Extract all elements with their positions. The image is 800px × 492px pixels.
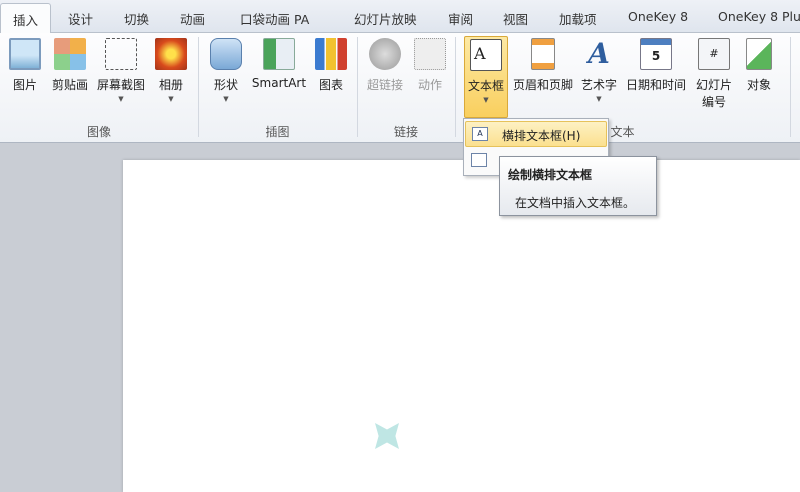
label: 日期和时间 bbox=[625, 78, 686, 92]
label: 相册 bbox=[158, 78, 183, 92]
dropdown-arrow-icon: ▼ bbox=[168, 95, 174, 103]
textbox-icon: A bbox=[470, 39, 502, 71]
tab-onekey8-plus[interactable]: OneKey 8 Plus bbox=[718, 9, 800, 24]
label: 编号 bbox=[701, 95, 726, 109]
label: 剪贴画 bbox=[51, 78, 88, 92]
label: 幻灯片 bbox=[695, 78, 732, 92]
tooltip: 绘制横排文本框 在文档中插入文本框。 bbox=[499, 156, 657, 216]
picture-icon bbox=[9, 38, 41, 70]
tab-onekey8[interactable]: OneKey 8 bbox=[628, 9, 688, 24]
group-divider bbox=[198, 37, 199, 137]
shapes-button[interactable]: 形状 ▼ bbox=[206, 36, 246, 118]
horizontal-textbox-icon: A bbox=[472, 127, 488, 141]
group-label-illustrations: 插图 bbox=[265, 125, 290, 139]
tab-animations[interactable]: 动画 bbox=[180, 9, 205, 28]
label: 形状 bbox=[213, 78, 238, 92]
tooltip-title: 绘制横排文本框 bbox=[508, 168, 593, 182]
action-button[interactable]: 动作 bbox=[410, 36, 450, 118]
calendar-clock-icon: 5 bbox=[640, 38, 672, 70]
tab-addins[interactable]: 加载项 bbox=[559, 9, 597, 28]
clipart-button[interactable]: 剪贴画 bbox=[48, 36, 92, 118]
label: 艺术字 bbox=[580, 78, 617, 92]
ribbon: 图片 剪贴画 屏幕截图 ▼ 相册 ▼ 图像 形状 ▼ SmartArt 图表 插图 超… bbox=[0, 33, 800, 143]
tab-view[interactable]: 视图 bbox=[503, 9, 528, 28]
tab-insert[interactable]: 插入 bbox=[0, 3, 52, 34]
vertical-textbox-icon bbox=[471, 153, 487, 167]
label: 页眉和页脚 bbox=[512, 78, 573, 92]
globe-link-icon bbox=[369, 38, 401, 70]
label: 文本框 bbox=[467, 79, 504, 93]
label: 屏幕截图 bbox=[96, 78, 145, 92]
action-icon bbox=[414, 38, 446, 70]
tab-transitions[interactable]: 切换 bbox=[124, 9, 149, 28]
chart-button[interactable]: 图表 bbox=[312, 36, 350, 118]
slide-number-button[interactable]: # 幻灯片编号 bbox=[692, 36, 736, 118]
wordart-icon: A bbox=[588, 37, 610, 70]
bar-chart-icon bbox=[315, 38, 347, 70]
menu-item-horizontal-textbox[interactable]: A 横排文本框(H) bbox=[465, 121, 607, 147]
label: SmartArt bbox=[251, 76, 307, 90]
label: 对象 bbox=[746, 78, 771, 92]
header-footer-icon bbox=[531, 38, 555, 70]
group-divider bbox=[790, 37, 791, 137]
tab-review[interactable]: 审阅 bbox=[448, 9, 473, 28]
header-footer-button[interactable]: 页眉和页脚 bbox=[510, 36, 576, 118]
group-divider bbox=[357, 37, 358, 137]
slide-number-icon: # bbox=[698, 38, 730, 70]
label: 图片 bbox=[12, 78, 37, 92]
hyperlink-button[interactable]: 超链接 bbox=[362, 36, 408, 118]
group-label-images: 图像 bbox=[86, 125, 111, 139]
screenshot-button[interactable]: 屏幕截图 ▼ bbox=[95, 36, 147, 118]
album-button[interactable]: 相册 ▼ bbox=[152, 36, 190, 118]
label: 横排文本框(H) bbox=[502, 129, 581, 143]
dropdown-arrow-icon: ▼ bbox=[483, 96, 489, 104]
tab-design[interactable]: 设计 bbox=[68, 9, 93, 28]
tab-pocket-animation[interactable]: 口袋动画 PA bbox=[240, 9, 309, 28]
label: 动作 bbox=[417, 78, 442, 92]
object-button[interactable]: 对象 bbox=[740, 36, 778, 118]
dropdown-arrow-icon: ▼ bbox=[223, 95, 229, 103]
wordart-button[interactable]: A 艺术字 ▼ bbox=[578, 36, 620, 118]
object-icon bbox=[746, 38, 772, 70]
datetime-button[interactable]: 5 日期和时间 bbox=[624, 36, 688, 118]
label: 图表 bbox=[318, 78, 343, 92]
smartart-icon bbox=[263, 38, 295, 70]
tooltip-description: 在文档中插入文本框。 bbox=[515, 196, 636, 210]
screenshot-icon bbox=[105, 38, 137, 70]
tab-slideshow[interactable]: 幻灯片放映 bbox=[354, 9, 417, 28]
dropdown-arrow-icon: ▼ bbox=[596, 95, 602, 103]
group-divider bbox=[455, 37, 456, 137]
ribbon-tabs: 插入 设计 切换 动画 口袋动画 PA 幻灯片放映 审阅 视图 加载项 OneK… bbox=[0, 0, 800, 34]
label: 超链接 bbox=[366, 78, 403, 92]
smartart-button[interactable]: SmartArt bbox=[250, 36, 308, 118]
clipart-icon bbox=[54, 38, 86, 70]
shapes-icon bbox=[210, 38, 242, 70]
slide-canvas[interactable] bbox=[123, 160, 800, 492]
dropdown-arrow-icon: ▼ bbox=[118, 95, 124, 103]
group-label-links: 链接 bbox=[393, 125, 418, 139]
photo-album-icon bbox=[155, 38, 187, 70]
textbox-button[interactable]: A 文本框 ▼ bbox=[464, 36, 508, 118]
shape-icon bbox=[375, 423, 399, 449]
picture-button[interactable]: 图片 bbox=[5, 36, 45, 118]
